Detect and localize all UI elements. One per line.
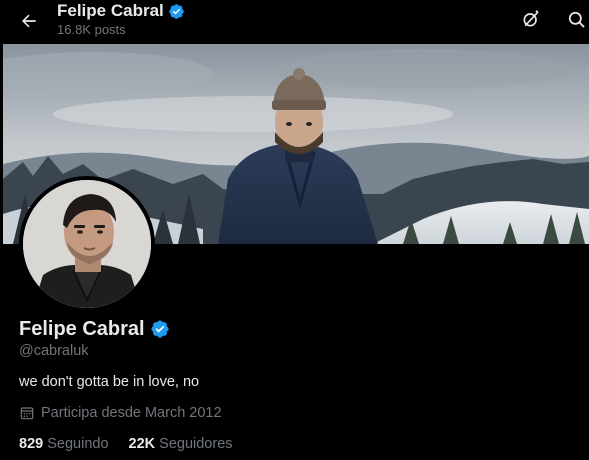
- header-name: Felipe Cabral: [57, 1, 164, 20]
- joined-text: Participa desde March 2012: [41, 405, 222, 421]
- back-arrow-icon: [22, 14, 36, 28]
- avatar-image: [23, 180, 151, 308]
- followers-label: Seguidores: [159, 436, 233, 452]
- header-title-block: Felipe Cabral 16.8K posts: [57, 1, 185, 38]
- profile-handle: @cabraluk: [19, 343, 89, 359]
- profile-bio: we don't gotta be in love, no: [19, 374, 200, 390]
- profile-avatar[interactable]: [19, 176, 155, 312]
- display-name-text: Felipe Cabral: [19, 318, 145, 340]
- following-link[interactable]: 829 Seguindo: [19, 435, 109, 453]
- grok-icon: [523, 10, 539, 27]
- profile-joined-date: Participa desde March 2012: [19, 404, 222, 422]
- calendar-icon: [20, 407, 34, 420]
- back-button[interactable]: [14, 6, 44, 36]
- verified-badge-icon: [169, 3, 184, 19]
- following-label: Seguindo: [47, 436, 109, 452]
- search-icon: [568, 11, 585, 28]
- header-posts-count: 16.8K posts: [57, 22, 126, 37]
- profile-header-bar: Felipe Cabral 16.8K posts: [0, 0, 589, 44]
- followers-count: 22K: [128, 436, 156, 452]
- profile-display-name: Felipe Cabral: [19, 317, 170, 341]
- following-count: 829: [19, 436, 44, 452]
- verified-badge-icon[interactable]: [150, 319, 170, 339]
- profile-stats: 829 Seguindo 22K Seguidores: [19, 435, 233, 453]
- search-button[interactable]: [563, 6, 589, 32]
- followers-link[interactable]: 22K Seguidores: [129, 435, 233, 453]
- grok-button[interactable]: [518, 6, 544, 32]
